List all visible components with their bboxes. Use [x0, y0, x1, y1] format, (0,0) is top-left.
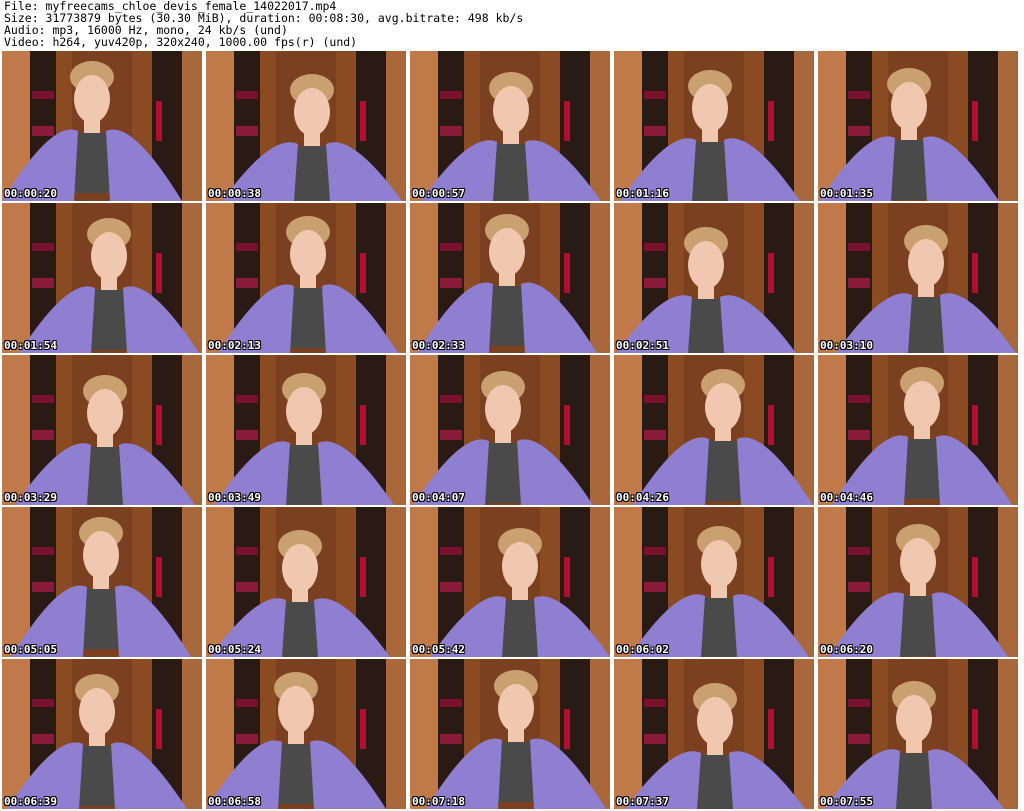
webcam-frame-image: [206, 507, 406, 657]
thumbnail-timestamp: 00:04:07: [412, 491, 465, 504]
thumbnail-timestamp: 00:00:20: [4, 187, 57, 200]
webcam-frame-image: [818, 355, 1018, 505]
thumbnail-timestamp: 00:06:39: [4, 795, 57, 808]
video-thumbnail: 00:00:38: [206, 51, 406, 201]
video-thumbnail: 00:03:49: [206, 355, 406, 505]
webcam-frame-image: [614, 355, 814, 505]
thumbnail-timestamp: 00:06:58: [208, 795, 261, 808]
webcam-frame-image: [206, 355, 406, 505]
video-thumbnail: 00:06:58: [206, 659, 406, 809]
thumbnail-timestamp: 00:05:05: [4, 643, 57, 656]
video-thumbnail: 00:06:02: [614, 507, 814, 657]
webcam-frame-image: [2, 355, 202, 505]
video-thumbnail: 00:01:54: [2, 203, 202, 353]
video-thumbnail: 00:07:18: [410, 659, 610, 809]
webcam-frame-image: [818, 659, 1018, 809]
thumbnail-grid: 00:00:20 00:00:38 00:00:57 00:01:16 00:01:35…: [0, 50, 1024, 811]
webcam-frame-image: [818, 507, 1018, 657]
webcam-frame-image: [614, 51, 814, 201]
thumbnail-timestamp: 00:02:13: [208, 339, 261, 352]
webcam-frame-image: [410, 507, 610, 657]
thumbnail-timestamp: 00:01:54: [4, 339, 57, 352]
thumbnail-timestamp: 00:05:42: [412, 643, 465, 656]
thumbnail-timestamp: 00:04:26: [616, 491, 669, 504]
video-thumbnail: 00:04:07: [410, 355, 610, 505]
thumbnail-timestamp: 00:07:55: [820, 795, 873, 808]
video-thumbnail: 00:03:10: [818, 203, 1018, 353]
webcam-frame-image: [206, 659, 406, 809]
video-thumbnail: 00:07:55: [818, 659, 1018, 809]
thumbnail-timestamp: 00:01:35: [820, 187, 873, 200]
video-thumbnail: 00:06:39: [2, 659, 202, 809]
thumbnail-timestamp: 00:03:49: [208, 491, 261, 504]
webcam-frame-image: [2, 203, 202, 353]
video-thumbnail: 00:04:46: [818, 355, 1018, 505]
thumbnail-timestamp: 00:02:33: [412, 339, 465, 352]
video-thumbnail: 00:07:37: [614, 659, 814, 809]
webcam-frame-image: [2, 507, 202, 657]
video-thumbnail: 00:01:16: [614, 51, 814, 201]
video-thumbnail: 00:05:42: [410, 507, 610, 657]
thumbnail-timestamp: 00:07:37: [616, 795, 669, 808]
webcam-frame-image: [2, 51, 202, 201]
thumbnail-timestamp: 00:02:51: [616, 339, 669, 352]
video-thumbnail: 00:02:13: [206, 203, 406, 353]
file-info-header: File: myfreecams_chloe_devis_female_1402…: [0, 0, 1024, 50]
video-thumbnail: 00:04:26: [614, 355, 814, 505]
webcam-frame-image: [614, 659, 814, 809]
video-thumbnail: 00:01:35: [818, 51, 1018, 201]
thumbnail-timestamp: 00:07:18: [412, 795, 465, 808]
webcam-frame-image: [2, 659, 202, 809]
video-thumbnail: 00:05:24: [206, 507, 406, 657]
webcam-frame-image: [206, 203, 406, 353]
thumbnail-timestamp: 00:06:20: [820, 643, 873, 656]
thumbnail-timestamp: 00:06:02: [616, 643, 669, 656]
webcam-frame-image: [410, 659, 610, 809]
thumbnail-timestamp: 00:03:10: [820, 339, 873, 352]
video-info-line: Video: h264, yuv420p, 320x240, 1000.00 f…: [4, 35, 358, 49]
thumbnail-timestamp: 00:00:57: [412, 187, 465, 200]
video-thumbnail: 00:02:33: [410, 203, 610, 353]
thumbnail-timestamp: 00:03:29: [4, 491, 57, 504]
video-thumbnail: 00:00:57: [410, 51, 610, 201]
video-thumbnail: 00:00:20: [2, 51, 202, 201]
video-thumbnail: 00:05:05: [2, 507, 202, 657]
webcam-frame-image: [818, 203, 1018, 353]
webcam-frame-image: [410, 51, 610, 201]
webcam-frame-image: [614, 507, 814, 657]
thumbnail-timestamp: 00:00:38: [208, 187, 261, 200]
thumbnail-timestamp: 00:04:46: [820, 491, 873, 504]
webcam-frame-image: [410, 355, 610, 505]
thumbnail-timestamp: 00:01:16: [616, 187, 669, 200]
webcam-frame-image: [206, 51, 406, 201]
video-thumbnail: 00:02:51: [614, 203, 814, 353]
thumbnail-timestamp: 00:05:24: [208, 643, 261, 656]
video-thumbnail: 00:06:20: [818, 507, 1018, 657]
webcam-frame-image: [818, 51, 1018, 201]
webcam-frame-image: [614, 203, 814, 353]
webcam-frame-image: [410, 203, 610, 353]
video-thumbnail: 00:03:29: [2, 355, 202, 505]
